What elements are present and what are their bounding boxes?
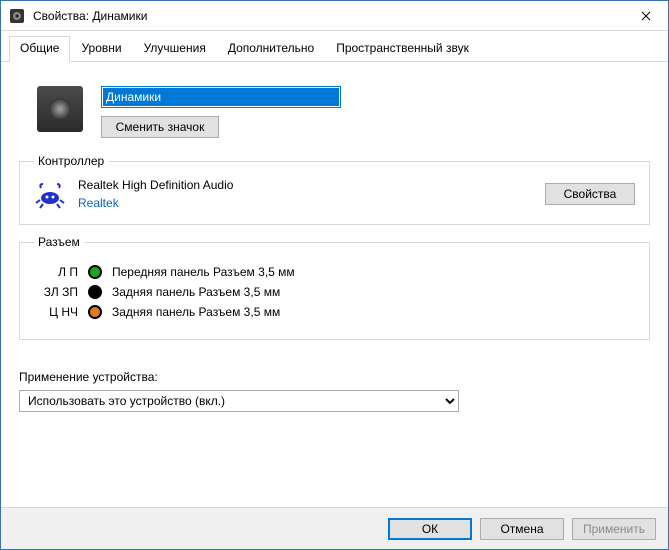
properties-window: Свойства: Динамики Общие Уровни Улучшени… — [0, 0, 669, 550]
window-title: Свойства: Динамики — [33, 9, 623, 23]
jack-desc: Задняя панель Разъем 3,5 мм — [112, 305, 280, 319]
controller-properties-button[interactable]: Свойства — [545, 183, 635, 205]
dialog-footer: ОК Отмена Применить — [1, 507, 668, 549]
jack-desc: Передняя панель Разъем 3,5 мм — [112, 265, 295, 279]
app-icon — [9, 8, 25, 24]
jack-row: Ц НЧ Задняя панель Разъем 3,5 мм — [34, 305, 635, 319]
controller-legend: Контроллер — [34, 154, 108, 168]
jacks-legend: Разъем — [34, 235, 84, 249]
usage-label: Применение устройства: — [19, 370, 650, 384]
titlebar: Свойства: Динамики — [1, 1, 668, 31]
tab-levels[interactable]: Уровни — [70, 36, 132, 62]
tab-spatial[interactable]: Пространственный звук — [325, 36, 480, 62]
jack-desc: Задняя панель Разъем 3,5 мм — [112, 285, 280, 299]
cancel-button[interactable]: Отмена — [480, 518, 564, 540]
jack-color-dot — [88, 285, 102, 299]
jack-color-dot — [88, 265, 102, 279]
tab-general[interactable]: Общие — [9, 36, 70, 62]
change-icon-button[interactable]: Сменить значок — [101, 116, 219, 138]
device-header: Сменить значок — [37, 86, 650, 138]
tab-enhancements[interactable]: Улучшения — [133, 36, 217, 62]
jacks-group: Разъем Л П Передняя панель Разъем 3,5 мм… — [19, 235, 650, 340]
tab-content: Сменить значок Контроллер Realtek High D… — [1, 62, 668, 507]
jack-label: Л П — [34, 265, 78, 279]
close-button[interactable] — [623, 1, 668, 31]
controller-vendor-link[interactable]: Realtek — [78, 196, 545, 210]
device-fields: Сменить значок — [101, 86, 341, 138]
jack-row: Л П Передняя панель Разъем 3,5 мм — [34, 265, 635, 279]
jack-label: ЗЛ ЗП — [34, 285, 78, 299]
tab-advanced[interactable]: Дополнительно — [217, 36, 325, 62]
jack-color-dot — [88, 305, 102, 319]
apply-button: Применить — [572, 518, 656, 540]
speaker-icon — [37, 86, 83, 132]
controller-name: Realtek High Definition Audio — [78, 178, 545, 192]
controller-group: Контроллер Realtek High Definition Audio… — [19, 154, 650, 225]
realtek-crab-icon — [34, 178, 66, 210]
jack-row: ЗЛ ЗП Задняя панель Разъем 3,5 мм — [34, 285, 635, 299]
ok-button[interactable]: ОК — [388, 518, 472, 540]
tab-strip: Общие Уровни Улучшения Дополнительно Про… — [1, 35, 668, 62]
device-name-input[interactable] — [101, 86, 341, 108]
jack-label: Ц НЧ — [34, 305, 78, 319]
usage-select[interactable]: Использовать это устройство (вкл.) — [19, 390, 459, 412]
